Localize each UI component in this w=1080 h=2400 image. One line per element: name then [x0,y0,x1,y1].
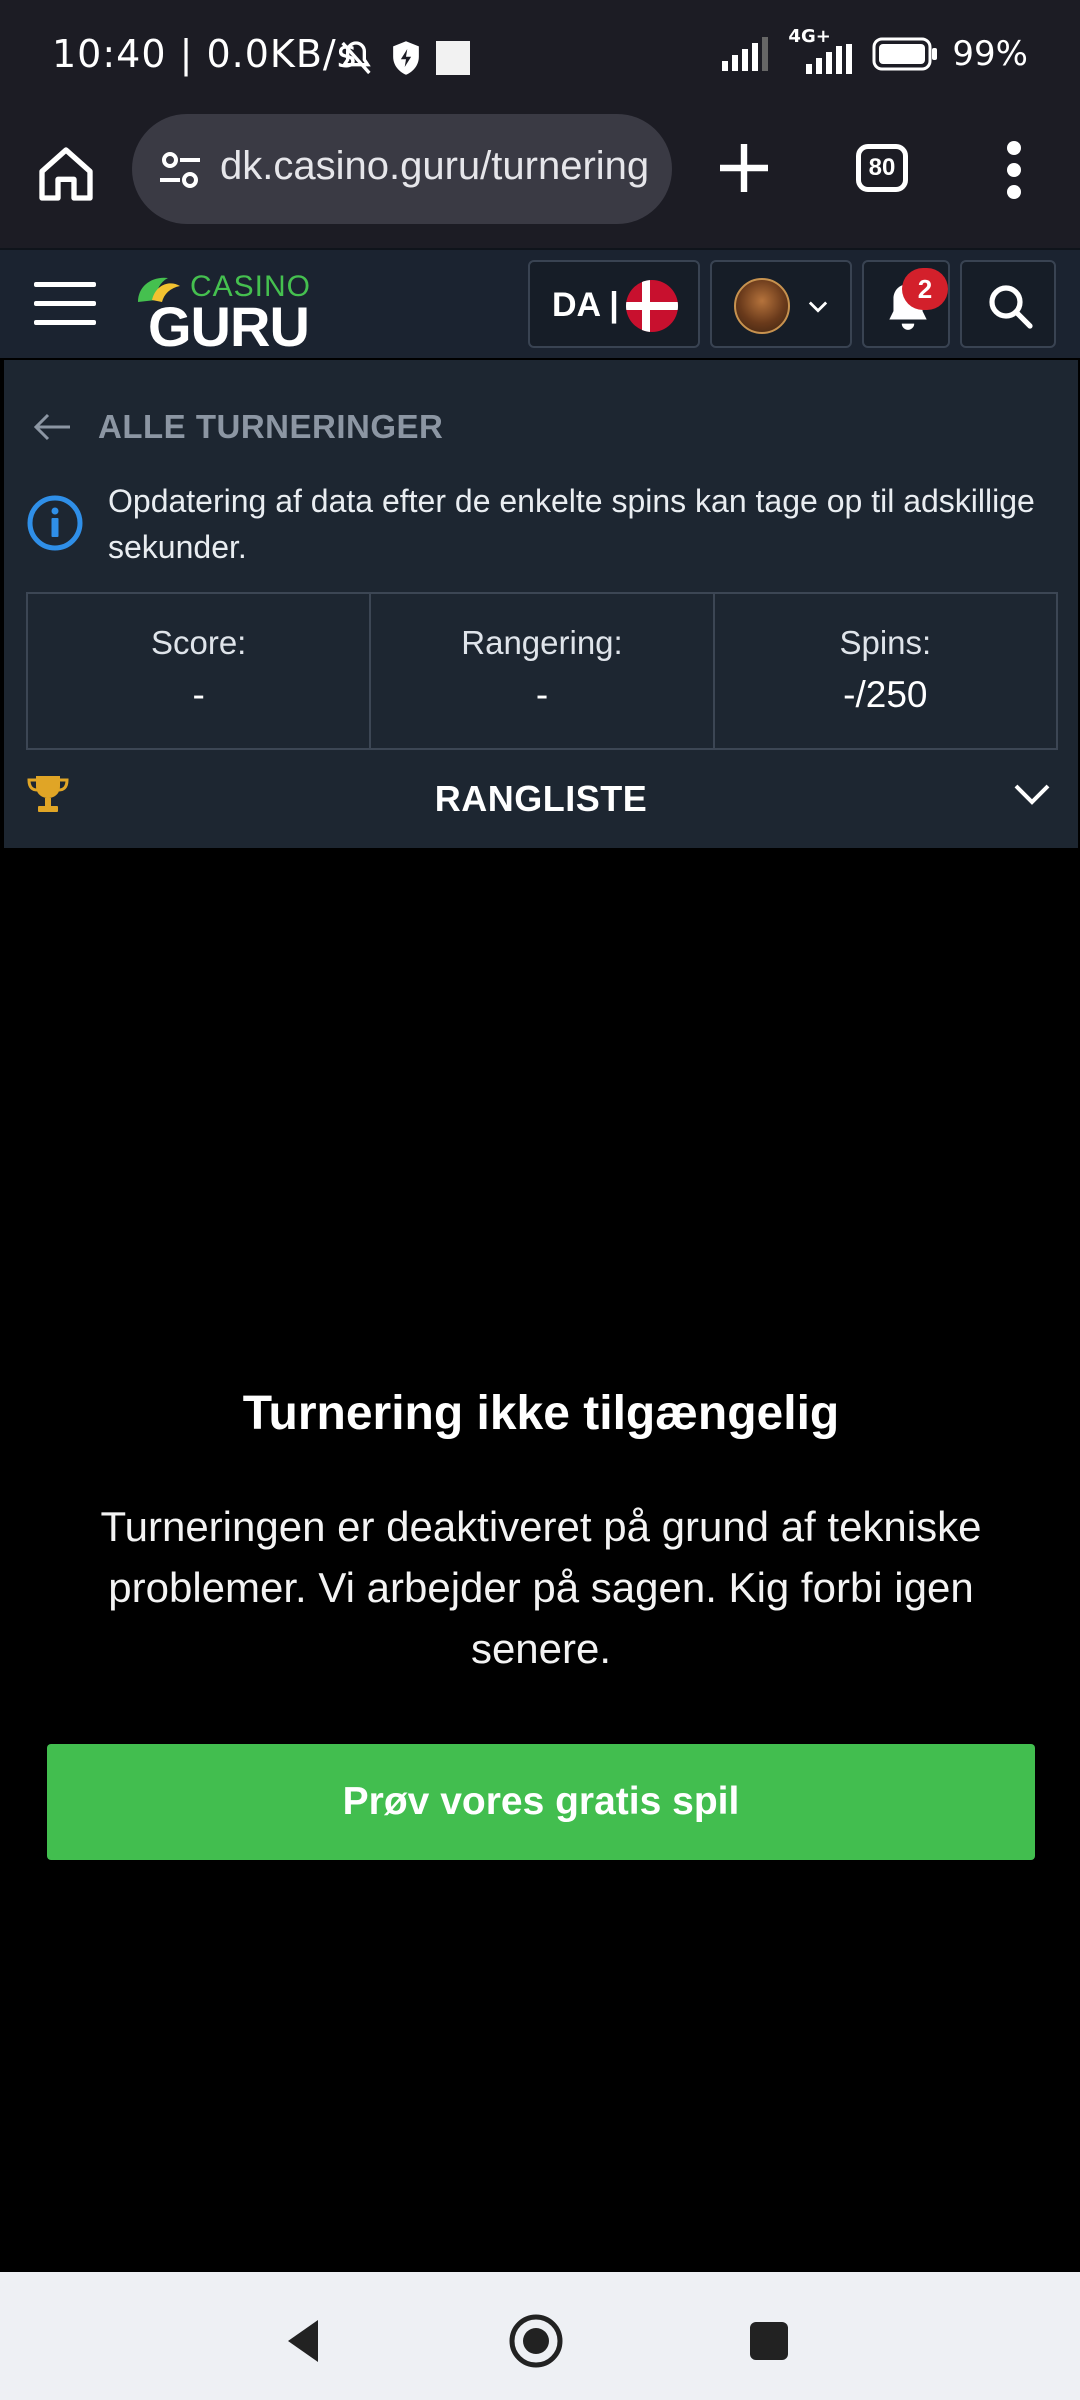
hamburger-menu-icon[interactable] [34,276,96,332]
chevron-down-icon [1014,784,1050,805]
site-header: CASINO GURU DA | 2 [0,248,1080,358]
casino-guru-logo[interactable]: CASINO GURU [128,266,318,358]
status-time: 10:40 | 0.0KB/s [52,32,358,76]
info-icon [27,495,83,551]
stat-label: Spins: [839,624,932,661]
search-button[interactable] [960,260,1056,348]
unavailable-heading: Turnering ikke tilgængelig [242,1387,840,1440]
leaderboard-title: RANGLISTE [434,778,648,819]
mute-bell-icon [341,41,371,75]
back-to-all-tournaments-link[interactable]: ALLE TURNERINGER [32,408,443,446]
battery-icon [872,37,938,71]
info-message: Opdatering af data efter de enkelte spin… [108,483,1035,565]
browser-toolbar: dk.casino.guru/turnering 80 [0,112,1080,248]
stat-ranking: Rangering: - [371,594,715,748]
chevron-down-icon [808,301,828,313]
leaderboard-toggle[interactable]: RANGLISTE [4,760,1078,848]
battery-level: 99% [952,34,1028,74]
system-navigation-bar [0,2272,1080,2400]
stat-label: Score: [150,624,247,661]
status-bar: 10:40 | 0.0KB/s 4G+ 99% [0,0,1080,112]
status-right: 4G+ 99% [722,26,1028,74]
shield-icon [393,41,419,75]
more-options-icon[interactable] [996,138,1032,202]
home-icon[interactable] [34,142,98,206]
stat-value: -/250 [843,674,928,715]
stat-label: Rangering: [461,624,623,661]
status-icons [336,38,470,78]
language-selector[interactable]: DA | [528,260,700,348]
avatar [734,278,790,334]
signal-icon [722,37,769,71]
back-link-label: ALLE TURNERINGER [98,408,444,445]
screen: 10:40 | 0.0KB/s 4G+ 99% dk.casino.guru/t… [0,0,1080,2400]
unavailable-description: Turneringen er deaktiveret på grund af t… [100,1503,982,1672]
try-free-games-button[interactable]: Prøv vores gratis spil [47,1744,1035,1860]
stat-spins: Spins: -/250 [715,594,1056,748]
denmark-flag-icon [626,280,678,332]
stat-value: - [535,674,549,715]
tournament-content: Turnering ikke tilgængelig Turneringen e… [4,848,1078,2272]
notifications-button[interactable]: 2 [862,260,950,348]
logo-guru-text: GURU [148,295,310,358]
language-label: DA | [552,286,619,324]
new-tab-icon[interactable] [712,136,776,200]
back-triangle-icon[interactable] [274,2312,332,2370]
stats-grid: Score: - Rangering: - Spins: -/250 [26,592,1058,750]
notification-badge: 2 [902,268,948,310]
recents-square-icon[interactable] [740,2312,798,2370]
signal-4g-icon: 4G+ [788,26,858,74]
notification-square-icon [436,41,470,75]
site-settings-icon[interactable] [156,146,204,194]
home-circle-icon[interactable] [507,2312,565,2370]
stat-value: - [192,674,205,715]
tab-switcher-button[interactable]: 80 [856,144,908,192]
arrow-left-icon [33,413,70,441]
stat-score: Score: - [28,594,372,748]
search-icon [989,285,1033,329]
tournament-panel: ALLE TURNERINGER Opdatering af data efte… [4,360,1078,848]
url-text[interactable]: dk.casino.guru/turnering [220,144,649,189]
user-menu-button[interactable] [710,260,852,348]
address-bar[interactable]: dk.casino.guru/turnering [132,114,672,224]
